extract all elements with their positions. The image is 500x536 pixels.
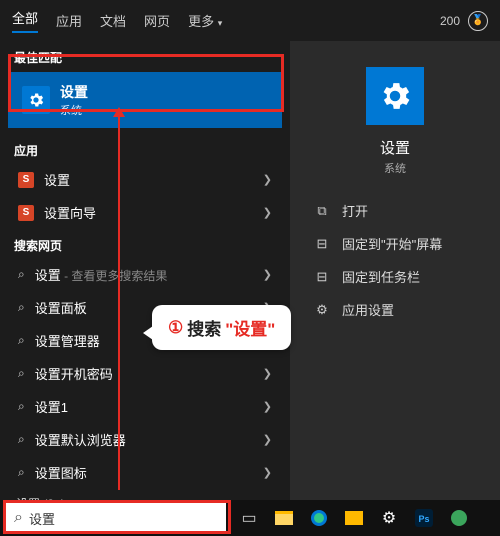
chevron-right-icon: ❯ (263, 433, 272, 446)
chevron-right-icon: ❯ (263, 268, 272, 281)
chevron-right-icon: ❯ (263, 301, 272, 314)
action-open[interactable]: ⧉ 打开 (308, 194, 482, 227)
best-match-item[interactable]: 设置 系统 (8, 72, 282, 128)
chevron-right-icon: ❯ (263, 367, 272, 380)
preview-subtitle: 系统 (384, 160, 406, 176)
tab-docs[interactable]: 文档 (100, 11, 126, 30)
web-result-label: 设置管理器 (35, 331, 100, 350)
web-result-label: 设置 (35, 268, 61, 283)
taskbar: ⌕ ▭ ⚙ Ps (0, 500, 500, 536)
search-icon: ⌕ (18, 432, 25, 447)
web-result-item[interactable]: ⌕ 设置图标 ❯ (0, 456, 290, 489)
tab-more[interactable]: 更多 ▾ (188, 11, 222, 30)
search-icon: ⌕ (18, 399, 25, 414)
app-result-label: 设置向导 (44, 203, 96, 222)
web-result-item[interactable]: ⌕ 设置 - 查看更多搜索结果 ❯ (0, 258, 290, 291)
edge-icon[interactable] (310, 509, 328, 527)
task-view-icon[interactable]: ▭ (240, 509, 258, 527)
app-result-item[interactable]: S 设置 ❯ (0, 163, 290, 196)
open-icon: ⧉ (314, 203, 330, 219)
app-result-label: 设置 (44, 170, 70, 189)
search-icon: ⌕ (18, 267, 25, 282)
search-header: 全部 应用 文档 网页 更多 ▾ 200 🏅 (0, 0, 500, 41)
chevron-right-icon: ❯ (263, 173, 272, 186)
action-label: 固定到"开始"屏幕 (342, 234, 442, 253)
best-match-title: 设置 (60, 82, 88, 102)
chevron-down-icon: ▾ (218, 18, 223, 28)
gear-icon (366, 67, 424, 125)
gear-icon (22, 86, 50, 114)
web-result-item[interactable]: ⌕ 设置管理器 ❯ (0, 324, 290, 357)
taskbar-search[interactable]: ⌕ (6, 503, 226, 533)
search-icon: ⌕ (14, 509, 23, 527)
tab-apps[interactable]: 应用 (56, 11, 82, 30)
web-result-label: 设置面板 (35, 298, 87, 317)
section-apps: 应用 (0, 134, 290, 163)
app-icon[interactable] (450, 509, 468, 527)
rewards-points[interactable]: 200 (440, 14, 460, 28)
rewards-badge-icon[interactable]: 🏅 (468, 11, 488, 31)
tab-web[interactable]: 网页 (144, 11, 170, 30)
svg-text:Ps: Ps (418, 514, 429, 524)
action-label: 固定到任务栏 (342, 267, 420, 286)
results-pane: 最佳匹配 设置 系统 应用 S 设置 ❯ S 设置向导 ❯ 搜索网页 ⌕ 设置 … (0, 41, 290, 505)
best-match-subtitle: 系统 (60, 102, 88, 118)
search-input[interactable] (29, 511, 218, 526)
action-app-settings[interactable]: ⚙ 应用设置 (308, 293, 482, 326)
action-label: 打开 (342, 201, 368, 220)
preview-pane: 设置 系统 ⧉ 打开 ⊟ 固定到"开始"屏幕 ⊟ 固定到任务栏 ⚙ 应用设置 (290, 41, 500, 505)
tab-all[interactable]: 全部 (12, 8, 38, 33)
sogou-icon: S (18, 172, 34, 188)
settings-icon[interactable]: ⚙ (380, 509, 398, 527)
web-result-label: 设置开机密码 (35, 364, 113, 383)
photoshop-icon[interactable]: Ps (415, 509, 433, 527)
folder-icon[interactable] (345, 509, 363, 527)
web-result-item[interactable]: ⌕ 设置开机密码 ❯ (0, 357, 290, 390)
search-icon: ⌕ (18, 465, 25, 480)
web-result-item[interactable]: ⌕ 设置1 ❯ (0, 390, 290, 423)
section-best-match: 最佳匹配 (0, 41, 290, 70)
gear-small-icon: ⚙ (314, 302, 330, 318)
chevron-right-icon: ❯ (263, 334, 272, 347)
web-result-item[interactable]: ⌕ 设置面板 ❯ (0, 291, 290, 324)
search-icon: ⌕ (18, 366, 25, 381)
search-icon: ⌕ (18, 300, 25, 315)
chevron-right-icon: ❯ (263, 206, 272, 219)
web-result-item[interactable]: ⌕ 设置默认浏览器 ❯ (0, 423, 290, 456)
web-result-label: 设置图标 (35, 463, 87, 482)
sogou-icon: S (18, 205, 34, 221)
preview-title: 设置 (380, 137, 410, 158)
web-result-label: 设置默认浏览器 (35, 430, 126, 449)
explorer-icon[interactable] (275, 509, 293, 527)
pin-taskbar-icon: ⊟ (314, 269, 330, 285)
action-pin-taskbar[interactable]: ⊟ 固定到任务栏 (308, 260, 482, 293)
section-web: 搜索网页 (0, 229, 290, 258)
app-result-item[interactable]: S 设置向导 ❯ (0, 196, 290, 229)
action-pin-start[interactable]: ⊟ 固定到"开始"屏幕 (308, 227, 482, 260)
chevron-right-icon: ❯ (263, 466, 272, 479)
web-result-label: 设置1 (35, 397, 68, 416)
pin-start-icon: ⊟ (314, 236, 330, 252)
web-result-suffix: - 查看更多搜索结果 (61, 269, 168, 283)
search-icon: ⌕ (18, 333, 25, 348)
chevron-right-icon: ❯ (263, 400, 272, 413)
action-label: 应用设置 (342, 300, 394, 319)
